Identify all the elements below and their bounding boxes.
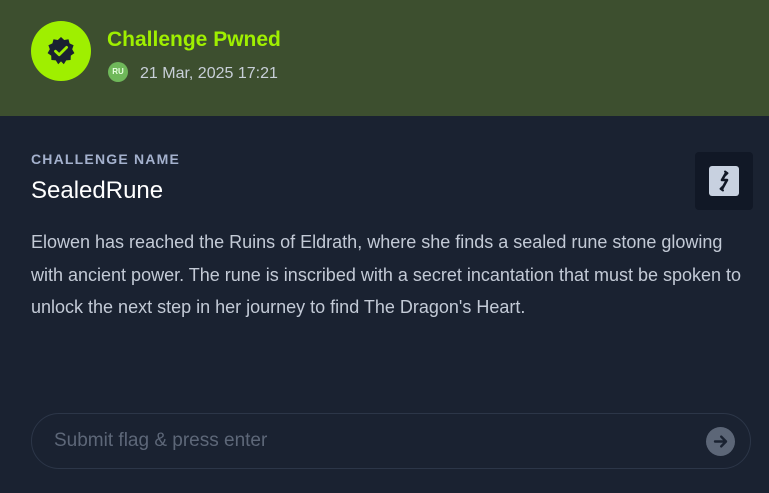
- pwned-date: 21 Mar, 2025 17:21: [140, 65, 278, 82]
- challenge-name-label: CHALLENGE NAME: [31, 151, 181, 167]
- banner-title: Challenge Pwned: [107, 28, 281, 51]
- shield-check-icon: [31, 21, 91, 81]
- swap-icon: [709, 166, 739, 196]
- swap-button[interactable]: [695, 152, 753, 210]
- arrow-right-icon: [713, 435, 728, 448]
- submit-flag-button[interactable]: [706, 427, 735, 456]
- flag-input[interactable]: [54, 414, 694, 468]
- flag-form: [31, 413, 751, 469]
- pwned-banner: Challenge Pwned RU 21 Mar, 2025 17:21: [0, 0, 769, 116]
- challenge-title: SealedRune: [31, 177, 164, 204]
- user-avatar[interactable]: RU: [108, 62, 128, 82]
- challenge-description: Elowen has reached the Ruins of Eldrath,…: [31, 232, 742, 317]
